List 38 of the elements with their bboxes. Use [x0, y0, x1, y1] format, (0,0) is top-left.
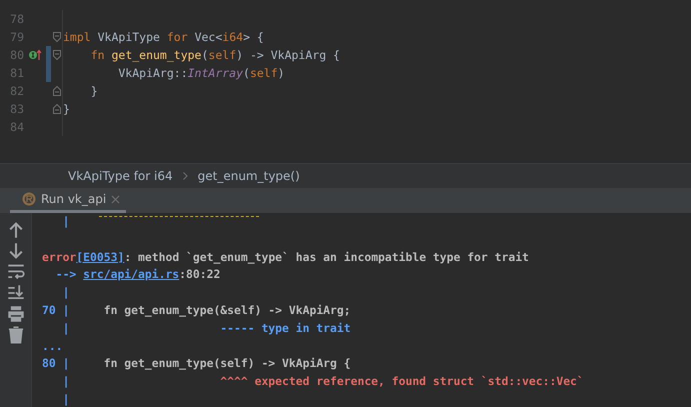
- print-icon[interactable]: [6, 305, 24, 323]
- line-number: 84: [9, 120, 24, 134]
- fold-marker-icon[interactable]: [52, 86, 60, 96]
- code-line: impl VkApiType for Vec<i64> {: [63, 30, 264, 44]
- console-line: error[E0053]: method `get_enum_type` has an incompatible type for trait: [42, 250, 529, 264]
- change-marker[interactable]: [46, 64, 51, 82]
- console-line: |: [62, 285, 70, 300]
- line-number: 82: [9, 84, 24, 98]
- console-line: | ^^^^ expected reference, found struct `std::vec::Vec`: [62, 374, 584, 388]
- code-line: }: [90, 84, 98, 98]
- console-line: ...: [42, 338, 63, 353]
- fold-marker-icon[interactable]: [52, 104, 60, 114]
- line-number: 79: [9, 30, 24, 44]
- down-arrow-icon[interactable]: [6, 242, 24, 260]
- scroll-to-end-icon[interactable]: [6, 284, 24, 302]
- trash-icon[interactable]: [6, 326, 24, 344]
- code-line: VkApiArg::IntArray(self): [117, 66, 285, 80]
- implements-icon[interactable]: [28, 49, 42, 61]
- console-line: |: [62, 214, 70, 228]
- breadcrumb[interactable]: get_enum_type(): [198, 169, 300, 183]
- up-arrow-icon[interactable]: [6, 221, 24, 239]
- console-line: --> src/api/api.rs:80:22: [54, 267, 220, 282]
- soft-wrap-icon[interactable]: [6, 263, 24, 281]
- breadcrumb[interactable]: VkApiType for i64: [68, 169, 173, 183]
- console-line: |: [62, 392, 70, 406]
- line-number: 81: [9, 66, 24, 80]
- console-line: | ----- type in trait: [62, 320, 351, 335]
- fold-marker-icon[interactable]: [52, 32, 60, 42]
- code-line: fn get_enum_type(self) -> VkApiArg {: [90, 48, 340, 62]
- chevron-icon: [182, 172, 188, 180]
- console-line: 80 | fn get_enum_type(self) -> VkApiArg {: [42, 356, 351, 370]
- line-number: 78: [9, 12, 24, 26]
- console-line: 70 | fn get_enum_type(&self) -> VkApiArg;: [42, 302, 351, 317]
- line-number: 83: [9, 102, 24, 116]
- change-marker[interactable]: [46, 46, 51, 64]
- line-number: 80: [9, 48, 24, 62]
- code-line: }: [63, 102, 70, 116]
- fold-marker-icon[interactable]: [52, 50, 60, 60]
